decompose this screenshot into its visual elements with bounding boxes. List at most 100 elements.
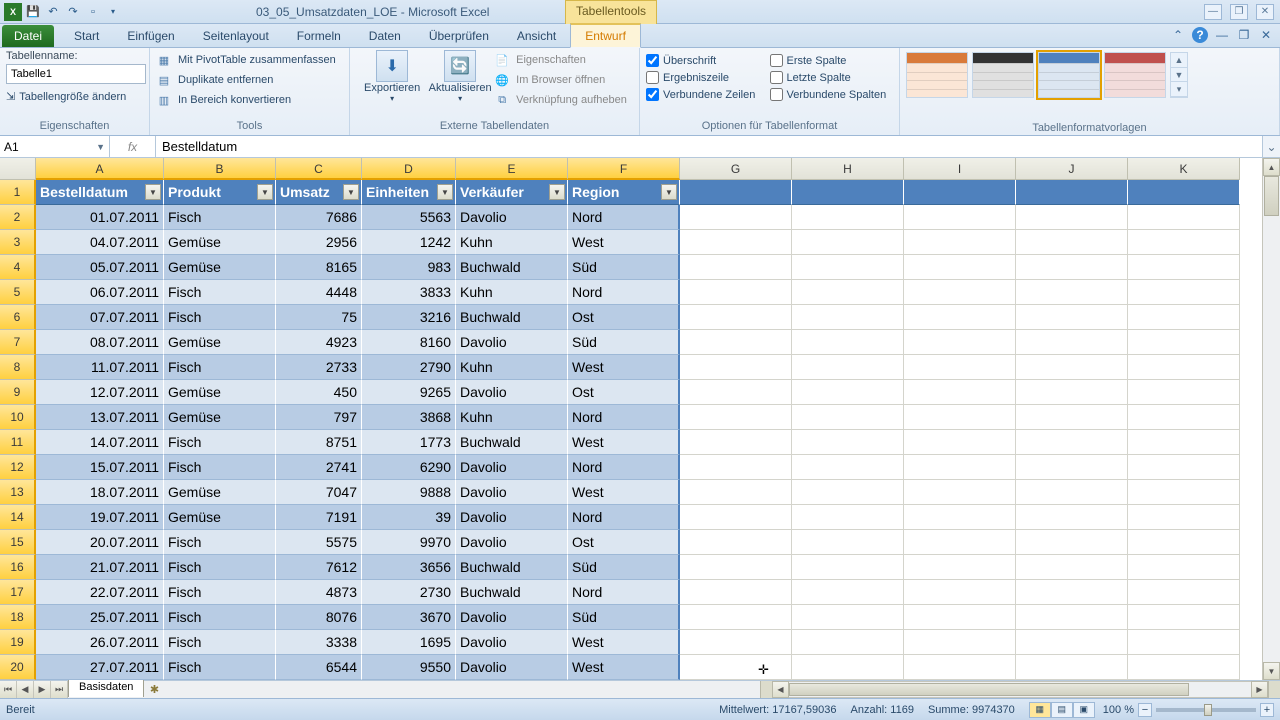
cell[interactable] [1128, 180, 1240, 205]
formula-input[interactable] [162, 139, 1256, 154]
cell[interactable] [1128, 455, 1240, 480]
cell[interactable] [792, 405, 904, 430]
cell[interactable]: 75 [276, 305, 362, 330]
cell[interactable] [904, 280, 1016, 305]
cell[interactable] [1128, 205, 1240, 230]
sheet-nav-next[interactable]: ▶ [34, 681, 51, 698]
cell[interactable] [680, 280, 792, 305]
cell[interactable]: 15.07.2011 [36, 455, 164, 480]
cell[interactable]: 21.07.2011 [36, 555, 164, 580]
cell[interactable] [1128, 430, 1240, 455]
tab-view[interactable]: Ansicht [503, 25, 570, 47]
cell[interactable]: 7686 [276, 205, 362, 230]
zoom-slider[interactable] [1156, 708, 1256, 712]
properties-button[interactable]: 📄Eigenschaften [494, 50, 627, 70]
cell[interactable]: 20.07.2011 [36, 530, 164, 555]
cell[interactable] [680, 655, 792, 680]
row-header[interactable]: 9 [0, 380, 36, 405]
table-header-cell[interactable]: Region▼ [568, 180, 680, 205]
workbook-close-icon[interactable]: ✕ [1258, 27, 1274, 43]
cell[interactable]: Ost [568, 380, 680, 405]
row-header[interactable]: 20 [0, 655, 36, 680]
row-header[interactable]: 1 [0, 180, 36, 205]
workbook-minimize-icon[interactable]: — [1214, 27, 1230, 43]
cell[interactable] [904, 480, 1016, 505]
table-styles-gallery[interactable]: ▲▼▾ [906, 52, 1273, 98]
row-header[interactable]: 11 [0, 430, 36, 455]
row-header[interactable]: 5 [0, 280, 36, 305]
cell[interactable] [1128, 505, 1240, 530]
cell[interactable]: Fisch [164, 630, 276, 655]
cell[interactable] [1128, 480, 1240, 505]
cell[interactable]: Nord [568, 580, 680, 605]
cell[interactable]: West [568, 355, 680, 380]
cell[interactable]: Gemüse [164, 380, 276, 405]
cell[interactable]: Fisch [164, 555, 276, 580]
new-sheet-button[interactable]: ✱ [144, 681, 164, 698]
banded-cols-checkbox[interactable]: Verbundene Spalten [770, 86, 894, 103]
cell[interactable] [904, 455, 1016, 480]
cell[interactable]: Fisch [164, 280, 276, 305]
cell[interactable]: Gemüse [164, 405, 276, 430]
cell[interactable] [792, 430, 904, 455]
cell[interactable] [792, 605, 904, 630]
cell[interactable] [1016, 430, 1128, 455]
cell[interactable]: Fisch [164, 455, 276, 480]
cell[interactable]: 4923 [276, 330, 362, 355]
cell[interactable] [904, 580, 1016, 605]
cell[interactable]: Fisch [164, 205, 276, 230]
cell[interactable]: Buchwald [456, 580, 568, 605]
cell[interactable]: 11.07.2011 [36, 355, 164, 380]
view-break-icon[interactable]: ▣ [1073, 702, 1095, 718]
cell[interactable]: Gemüse [164, 255, 276, 280]
cell[interactable] [904, 555, 1016, 580]
refresh-button[interactable]: 🔄Aktualisieren▾ [430, 50, 490, 120]
cell[interactable]: 2790 [362, 355, 456, 380]
cell[interactable]: Fisch [164, 655, 276, 680]
tab-data[interactable]: Daten [355, 25, 415, 47]
cell[interactable] [792, 655, 904, 680]
cell[interactable]: 4448 [276, 280, 362, 305]
cell[interactable] [904, 230, 1016, 255]
cell[interactable] [1128, 555, 1240, 580]
cell[interactable] [1128, 605, 1240, 630]
cell[interactable] [1016, 280, 1128, 305]
cell[interactable] [1016, 505, 1128, 530]
cell[interactable] [680, 255, 792, 280]
scroll-left-button[interactable]: ◀ [772, 681, 789, 698]
open-browser-button[interactable]: 🌐Im Browser öffnen [494, 70, 627, 90]
scroll-thumb[interactable] [1264, 176, 1279, 216]
table-header-cell[interactable]: Verkäufer▼ [456, 180, 568, 205]
export-button[interactable]: ⬇Exportieren▾ [362, 50, 422, 120]
zoom-out-button[interactable]: − [1138, 703, 1152, 717]
cell[interactable]: West [568, 655, 680, 680]
cell[interactable] [904, 380, 1016, 405]
cell[interactable] [792, 280, 904, 305]
cell[interactable]: Davolio [456, 455, 568, 480]
minimize-ribbon-icon[interactable]: ⌃ [1170, 27, 1186, 43]
row-header[interactable]: 7 [0, 330, 36, 355]
cell[interactable]: Kuhn [456, 405, 568, 430]
cell[interactable] [680, 480, 792, 505]
cell[interactable] [904, 605, 1016, 630]
cell[interactable]: Davolio [456, 380, 568, 405]
cell[interactable]: Kuhn [456, 355, 568, 380]
cell[interactable]: 05.07.2011 [36, 255, 164, 280]
cell[interactable]: 5575 [276, 530, 362, 555]
help-icon[interactable]: ? [1192, 27, 1208, 43]
cell[interactable]: Fisch [164, 355, 276, 380]
cell[interactable]: 1242 [362, 230, 456, 255]
cell[interactable] [904, 505, 1016, 530]
column-header[interactable]: B [164, 158, 276, 180]
table-name-input[interactable] [6, 64, 146, 84]
tab-file[interactable]: Datei [2, 25, 54, 47]
cell[interactable] [680, 605, 792, 630]
cell[interactable] [792, 505, 904, 530]
styles-more-button[interactable]: ▲▼▾ [1170, 52, 1188, 98]
cell[interactable]: Buchwald [456, 305, 568, 330]
cell[interactable]: Gemüse [164, 330, 276, 355]
row-header[interactable]: 17 [0, 580, 36, 605]
row-header[interactable]: 12 [0, 455, 36, 480]
close-button[interactable]: ✕ [1256, 4, 1274, 20]
cell[interactable]: 39 [362, 505, 456, 530]
